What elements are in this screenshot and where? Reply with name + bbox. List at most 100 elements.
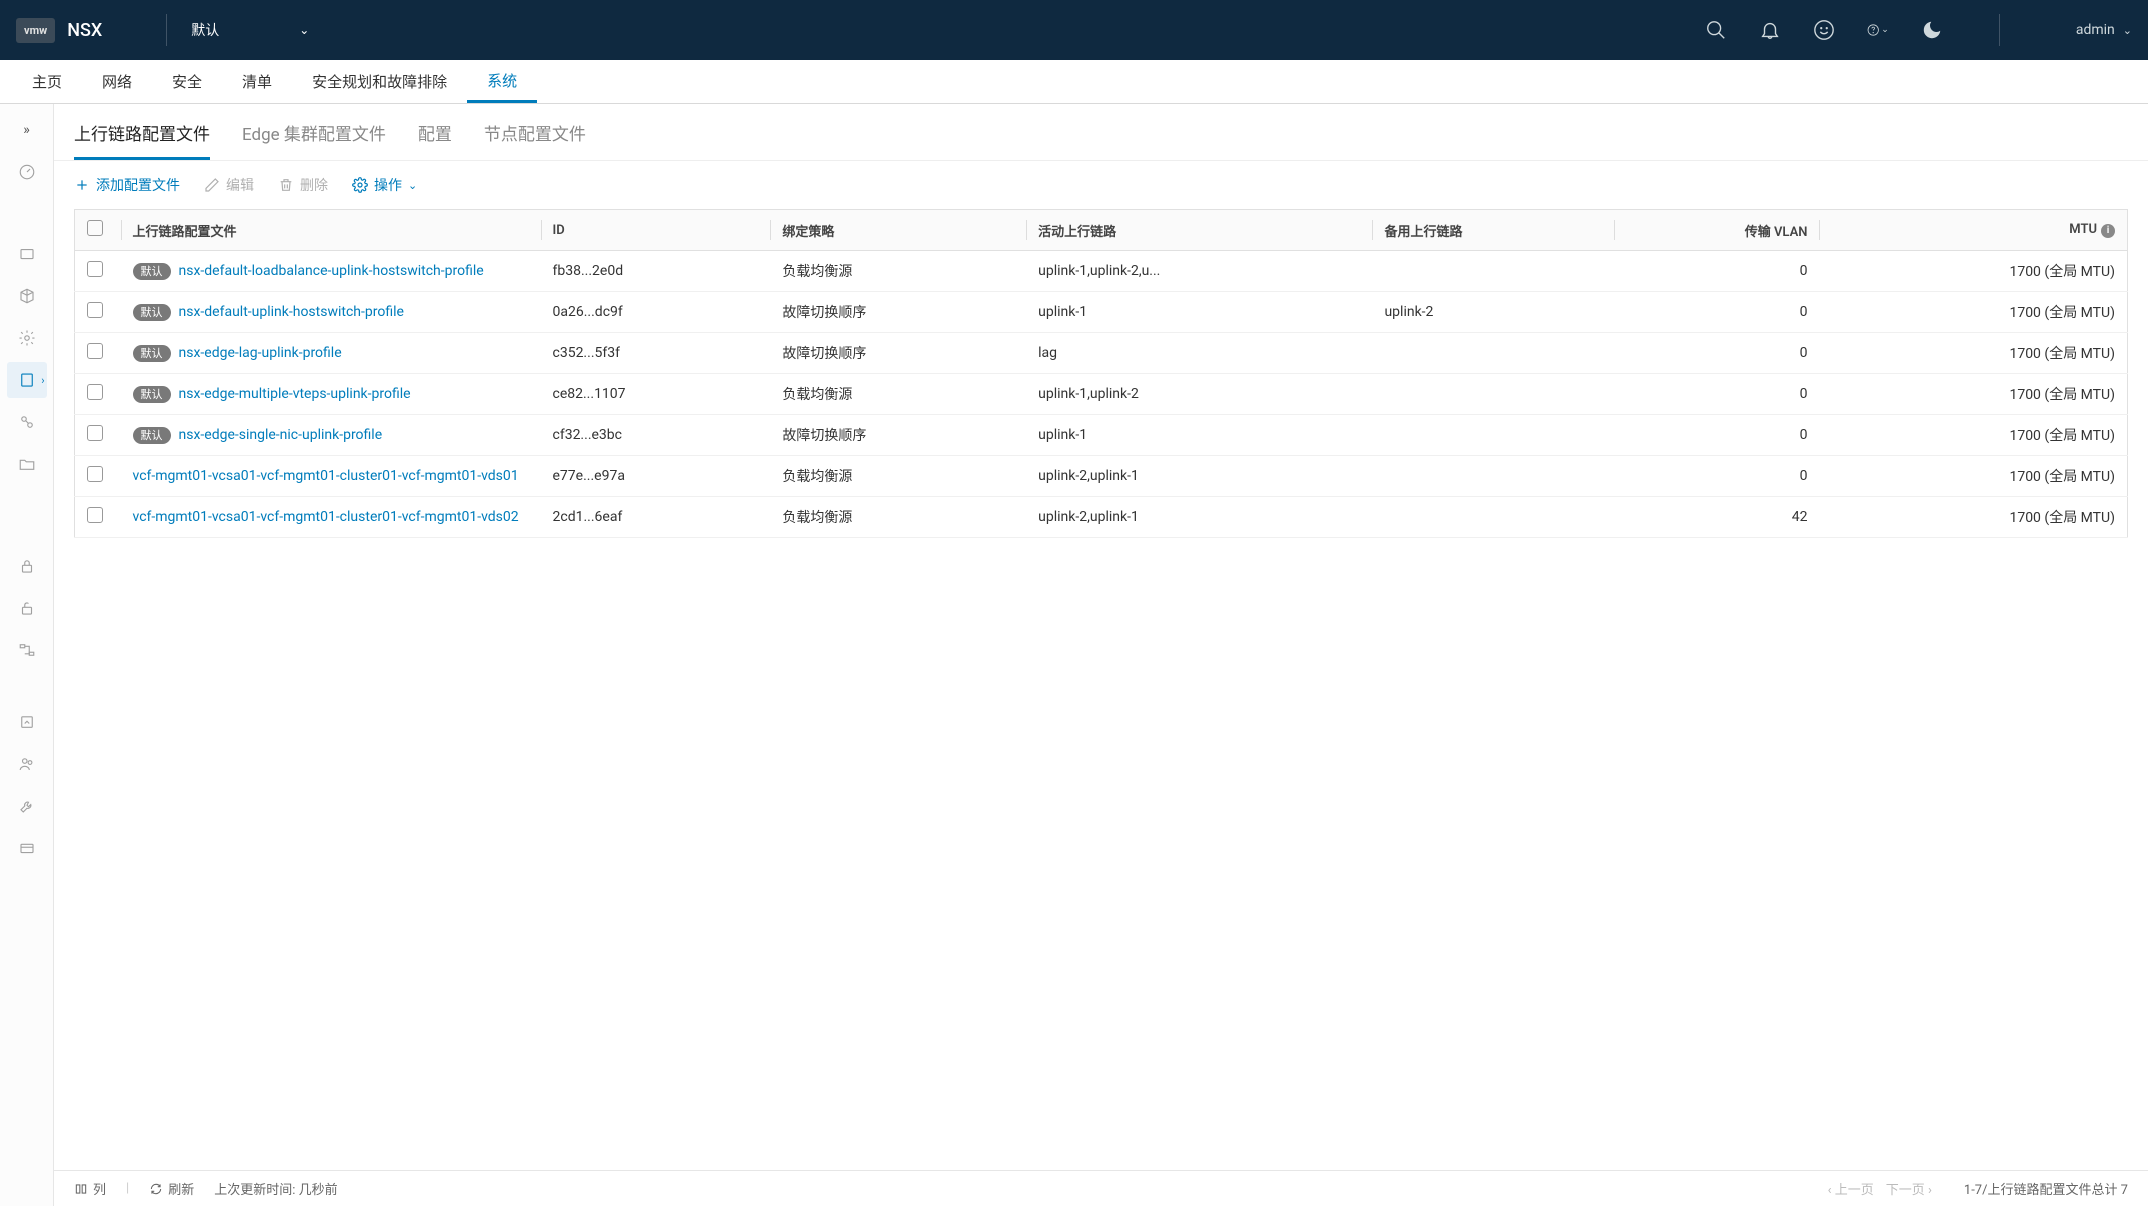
table-row: 默认nsx-default-uplink-hostswitch-profile …	[75, 292, 2128, 333]
sidebar-item-tool[interactable]	[7, 788, 47, 824]
sidebar-item-profiles[interactable]: ›	[7, 362, 47, 398]
user-menu[interactable]: admin ⌄	[2076, 22, 2132, 38]
profile-name-link[interactable]: nsx-edge-lag-uplink-profile	[179, 345, 342, 361]
sidebar-item-backup[interactable]	[7, 704, 47, 740]
row-checkbox[interactable]	[87, 466, 103, 482]
cell-standby	[1372, 333, 1614, 374]
row-checkbox[interactable]	[87, 507, 103, 523]
sidebar-item-migrate[interactable]	[7, 404, 47, 440]
vmw-logo: vmw	[16, 18, 55, 43]
cell-id: 2cd1...6eaf	[541, 497, 771, 538]
default-badge: 默认	[133, 345, 171, 362]
profile-name-link[interactable]: vcf-mgmt01-vcsa01-vcf-mgmt01-cluster01-v…	[133, 509, 519, 525]
sidebar-item-unlock[interactable]	[7, 590, 47, 626]
nav-system[interactable]: 系统	[467, 60, 537, 103]
sidebar-item-gear[interactable]	[7, 320, 47, 356]
row-checkbox[interactable]	[87, 384, 103, 400]
product-name: NSX	[67, 20, 102, 41]
row-checkbox[interactable]	[87, 425, 103, 441]
nav-network[interactable]: 网络	[82, 60, 152, 103]
cell-mtu: 1700 (全局 MTU)	[1819, 374, 2127, 415]
sidebar-item-lock[interactable]	[7, 548, 47, 584]
profile-name-link[interactable]: nsx-default-loadbalance-uplink-hostswitc…	[179, 263, 484, 279]
profile-name-link[interactable]: nsx-edge-multiple-vteps-uplink-profile	[179, 386, 411, 402]
cell-standby	[1372, 497, 1614, 538]
app-header: vmw NSX 默认 ⌄ ⌄ admin ⌄	[0, 0, 2148, 60]
table-row: vcf-mgmt01-vcsa01-vcf-mgmt01-cluster01-v…	[75, 456, 2128, 497]
row-checkbox[interactable]	[87, 261, 103, 277]
default-badge: 默认	[133, 263, 171, 280]
nav-inventory[interactable]: 清单	[222, 60, 292, 103]
sidebar-item-cube[interactable]	[7, 278, 47, 314]
header-standby[interactable]: 备用上行链路	[1372, 210, 1614, 251]
pager: ‹ 上一页 下一页 › 1-7/上行链路配置文件总计 7	[1828, 1179, 2128, 1198]
sidebar-item-flow[interactable]	[7, 632, 47, 668]
search-icon[interactable]	[1705, 19, 1727, 41]
actions-button[interactable]: 操作 ⌄	[352, 175, 417, 195]
divider	[166, 14, 167, 46]
table-row: 默认 nsx-edge-multiple-vteps-uplink-profile…	[75, 374, 2128, 415]
cell-active: uplink-2,uplink-1	[1026, 497, 1372, 538]
sidebar-item-folder[interactable]	[7, 446, 47, 482]
subtab-config[interactable]: 配置	[418, 120, 452, 160]
cell-active: uplink-1,uplink-2,u...	[1026, 251, 1372, 292]
select-all-checkbox[interactable]	[87, 220, 103, 236]
bell-icon[interactable]	[1759, 19, 1781, 41]
sub-tabs: 上行链路配置文件 Edge 集群配置文件 配置 节点配置文件	[54, 104, 2148, 161]
header-policy[interactable]: 绑定策略	[770, 210, 1026, 251]
sidebar-expand-icon[interactable]: »	[0, 112, 53, 148]
profile-name-link[interactable]: nsx-default-uplink-hostswitch-profile	[179, 304, 404, 320]
smile-icon[interactable]	[1813, 19, 1835, 41]
cell-policy: 故障切换顺序	[770, 415, 1026, 456]
sidebar-item-dashboard[interactable]	[7, 154, 47, 190]
header-name[interactable]: 上行链路配置文件	[121, 210, 541, 251]
table-footer: 列 | 刷新 上次更新时间: 几秒前 ‹ 上一页 下一页 › 1-7/上行链路配…	[54, 1170, 2148, 1206]
header-active[interactable]: 活动上行链路	[1026, 210, 1372, 251]
row-checkbox[interactable]	[87, 302, 103, 318]
table-row: vcf-mgmt01-vcsa01-vcf-mgmt01-cluster01-v…	[75, 497, 2128, 538]
default-badge: 默认	[133, 304, 171, 321]
cell-vlan: 0	[1614, 374, 1819, 415]
cell-vlan: 0	[1614, 333, 1819, 374]
header-actions: ⌄ admin ⌄	[1705, 14, 2132, 46]
sidebar-item-card[interactable]	[7, 830, 47, 866]
delete-label: 删除	[300, 175, 328, 195]
default-badge: 默认	[133, 427, 171, 444]
cell-vlan: 0	[1614, 251, 1819, 292]
cell-vlan: 42	[1614, 497, 1819, 538]
refresh-button[interactable]: 刷新	[149, 1179, 194, 1198]
info-icon[interactable]: i	[2101, 224, 2115, 238]
columns-button[interactable]: 列	[74, 1179, 106, 1198]
cell-standby	[1372, 374, 1614, 415]
cell-active: uplink-2,uplink-1	[1026, 456, 1372, 497]
chevron-down-icon: ⌄	[408, 179, 417, 192]
dark-mode-icon[interactable]	[1921, 19, 1943, 41]
nav-home[interactable]: 主页	[12, 60, 82, 103]
help-icon[interactable]: ⌄	[1867, 19, 1889, 41]
sidebar-item-users[interactable]	[7, 746, 47, 782]
default-badge: 默认	[133, 386, 171, 403]
row-checkbox[interactable]	[87, 343, 103, 359]
chevron-down-icon: ⌄	[2123, 24, 2132, 37]
cell-id: 0a26...dc9f	[541, 292, 771, 333]
header-select	[75, 210, 121, 251]
sidebar-item-compute[interactable]	[7, 236, 47, 272]
nav-planning[interactable]: 安全规划和故障排除	[292, 60, 467, 103]
next-page: 下一页 ›	[1886, 1179, 1932, 1198]
profile-name-link[interactable]: nsx-edge-single-nic-uplink-profile	[179, 427, 383, 443]
cell-active: uplink-1	[1026, 292, 1372, 333]
profile-name-link[interactable]: vcf-mgmt01-vcsa01-vcf-mgmt01-cluster01-v…	[133, 468, 519, 484]
table-row: 默认nsx-edge-lag-uplink-profile c352...5f3…	[75, 333, 2128, 374]
header-mtu[interactable]: MTUi	[1819, 210, 2127, 251]
subtab-edge-cluster-profiles[interactable]: Edge 集群配置文件	[242, 120, 386, 160]
subtab-uplink-profiles[interactable]: 上行链路配置文件	[74, 120, 210, 160]
header-vlan[interactable]: 传输 VLAN	[1614, 210, 1819, 251]
tenant-selector[interactable]: 默认 ⌄	[191, 20, 309, 40]
nav-security[interactable]: 安全	[152, 60, 222, 103]
add-profile-button[interactable]: 添加配置文件	[74, 175, 180, 195]
edit-button: 编辑	[204, 175, 254, 195]
header-id[interactable]: ID	[541, 210, 771, 251]
cell-standby: uplink-2	[1372, 292, 1614, 333]
subtab-node-profiles[interactable]: 节点配置文件	[484, 120, 586, 160]
edit-label: 编辑	[226, 175, 254, 195]
